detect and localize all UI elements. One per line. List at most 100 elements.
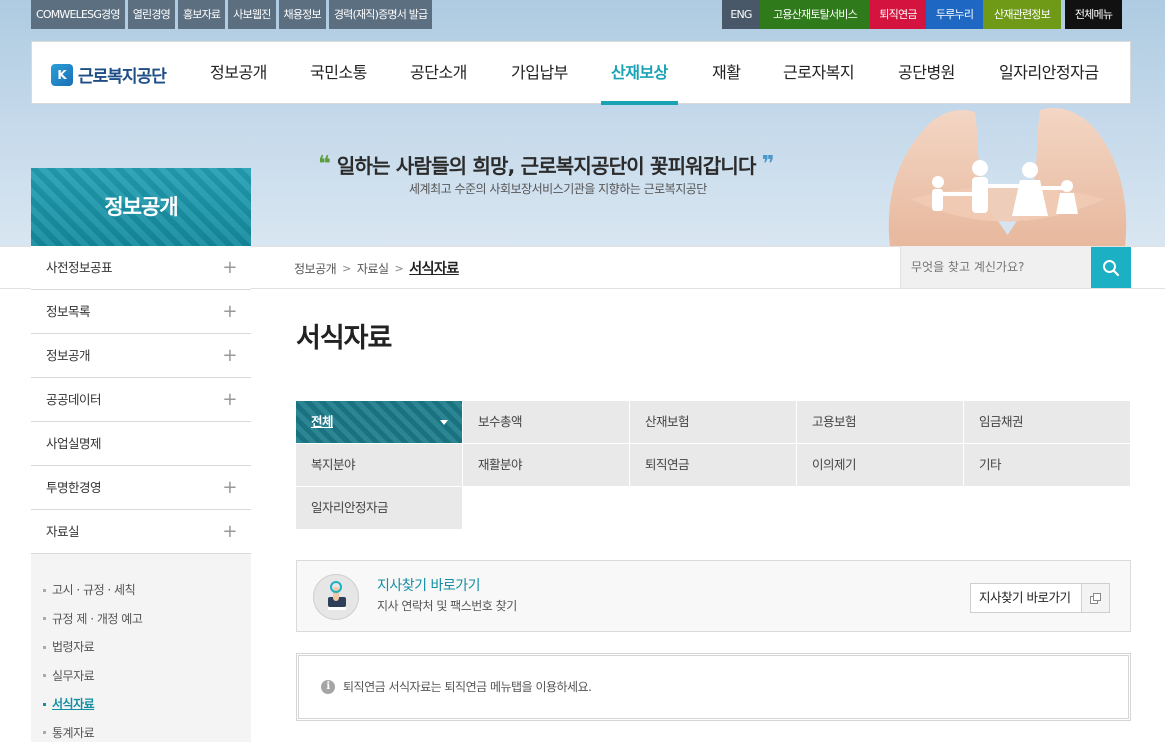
utility-link-recruit[interactable]: 채용정보 [278,0,326,29]
sidebar-item-label: 사전정보공표 [46,260,113,275]
quote-close-icon: ❞ [761,152,775,177]
tab-category-wage-claims[interactable]: 임금채권 [964,401,1130,443]
sidebar-item-label: 정보공개 [46,348,91,363]
branch-finder-title: 지사찾기 바로가기 [377,578,481,594]
utility-link-durunuri[interactable]: 두루누리 [926,0,983,29]
bullet-icon [43,674,46,678]
sidebar-item-label: 정보목록 [46,304,91,319]
utility-links-right: ENG 고용산재토탈서비스 퇴직연금 두루누리 산재관련정보 전체메뉴 [722,0,1122,29]
nav-item-rehab[interactable]: 재활 [712,42,741,104]
sidebar-subitem-label: 고시 · 규정 · 세칙 [52,583,136,597]
sidebar-item-project-names[interactable]: 사업실명제 [31,422,251,466]
nav-item-subscription[interactable]: 가입납부 [511,42,568,104]
search-input[interactable] [901,246,1091,288]
page-title: 서식자료 [296,323,392,354]
notice-content: i 퇴직연금 서식자료는 퇴직연금 메뉴탭을 이용하세요. [321,678,592,695]
bullet-icon [43,731,46,735]
sidebar-subitem-label: 실무자료 [52,668,95,683]
site-search [900,246,1091,288]
sidebar-item-archive[interactable]: 자료실 + [31,510,251,554]
sidebar-item-pre-disclosure[interactable]: 사전정보공표 + [31,246,251,290]
tab-category-employment-insurance[interactable]: 고용보험 [797,401,963,443]
sidebar-subitem-statistics[interactable]: 통계자료 [43,719,251,742]
breadcrumb: 정보공개 > 자료실 > 서식자료 [294,258,459,278]
utility-link-certificate[interactable]: 경력(재직)증명서 발급 [328,0,433,29]
hero-slogan-text: 일하는 사람들의 희망, 근로복지공단이 꽃피워갑니다 [336,154,756,178]
notice-text: 퇴직연금 서식자료는 퇴직연금 메뉴탭을 이용하세요. [343,680,592,694]
sidebar-item-info-list[interactable]: 정보목록 + [31,290,251,334]
nav-item-communication[interactable]: 국민소통 [310,42,367,104]
expand-plus-icon: + [222,389,237,410]
sidebar-subitem-label: 법령자료 [52,640,95,654]
sidebar-item-label: 자료실 [46,524,80,539]
expand-plus-icon: + [222,477,237,498]
utility-link-total-service[interactable]: 고용산재토탈서비스 [760,0,870,29]
nav-item-job-fund[interactable]: 일자리안정자금 [999,42,1099,104]
utility-link-pension[interactable]: 퇴직연금 [870,0,926,29]
nav-item-hospital[interactable]: 공단병원 [898,42,955,104]
sidebar-submenu-archive: 고시 · 규정 · 세칙 규정 제 · 개정 예고 법령자료 실무자료 서식자료… [31,554,251,742]
sidebar-subitem-label: 서식자료 [52,697,95,711]
sidebar-subitem-notices[interactable]: 고시 · 규정 · 세칙 [43,576,251,605]
sidebar-subitem-regulation-preview[interactable]: 규정 제 · 개정 예고 [43,605,251,634]
utility-link-sanjae-info[interactable]: 산재관련정보 [983,0,1061,29]
tab-category-job-fund[interactable]: 일자리안정자금 [296,487,462,529]
branch-finder-button-label: 지사찾기 바로가기 [979,590,1071,605]
utility-link-pr[interactable]: 홍보자료 [177,0,226,29]
caret-down-icon [440,420,448,425]
tab-label: 전체 [311,414,334,429]
sidebar-subitem-forms[interactable]: 서식자료 [43,690,251,719]
tab-category-welfare[interactable]: 복지분야 [296,444,462,486]
sidebar-item-info-disclosure[interactable]: 정보공개 + [31,334,251,378]
sidebar-item-label: 투명한경영 [46,480,102,495]
breadcrumb-separator-icon: > [394,261,404,275]
all-menu-button[interactable]: 전체메뉴 [1065,0,1122,29]
main-navigation: K 근로복지공단 정보공개 국민소통 공단소개 가입납부 산재보상 재활 근로자… [31,41,1131,105]
tab-category-all[interactable]: 전체 [296,401,462,443]
utility-link-open-management[interactable]: 열린경영 [127,0,175,29]
tab-category-pension[interactable]: 퇴직연금 [630,444,796,486]
site-logo[interactable]: K 근로복지공단 [51,62,167,87]
logo-text: 근로복지공단 [78,67,167,87]
sidebar-subitem-label: 규정 제 · 개정 예고 [52,611,143,626]
sidebar-item-public-data[interactable]: 공공데이터 + [31,378,251,422]
new-window-icon [1081,584,1109,612]
logo-mark-icon: K [51,63,73,86]
branch-finder-box: 지사찾기 바로가기 지사 연락처 및 팩스번호 찾기 지사찾기 바로가기 [296,560,1131,632]
expand-plus-icon: + [222,521,237,542]
hero-sub-slogan: 세계최고 수준의 사회보장서비스기관을 지향하는 근로복지공단 [409,182,707,196]
sidebar-item-label: 사업실명제 [46,436,102,451]
expand-plus-icon: + [222,345,237,366]
info-icon: i [321,679,335,694]
sidebar-item-label: 공공데이터 [46,392,102,407]
nav-item-about[interactable]: 공단소개 [410,42,467,104]
expand-plus-icon: + [222,257,237,278]
sidebar-item-transparent-management[interactable]: 투명한경영 + [31,466,251,510]
tab-category-rehab[interactable]: 재활분야 [463,444,629,486]
breadcrumb-item-archive[interactable]: 자료실 [357,260,389,277]
breadcrumb-item-info-disclosure[interactable]: 정보공개 [294,260,337,277]
tab-category-industrial-insurance[interactable]: 산재보험 [630,401,796,443]
nav-item-info-disclosure[interactable]: 정보공개 [210,42,267,104]
search-button[interactable] [1091,247,1131,288]
bullet-icon [43,645,46,649]
branch-finder-description: 지사 연락처 및 팩스번호 찾기 [377,599,517,613]
bullet-icon [43,588,46,592]
utility-link-webzine[interactable]: 사보웹진 [228,0,276,29]
sidebar-subitem-practical[interactable]: 실무자료 [43,662,251,691]
tab-category-total-wages[interactable]: 보수총액 [463,401,629,443]
nav-item-compensation[interactable]: 산재보상 [601,42,678,105]
sidebar-subitem-label: 통계자료 [52,725,95,740]
search-icon [1103,259,1120,276]
branch-finder-button[interactable]: 지사찾기 바로가기 [970,583,1110,613]
nav-item-welfare[interactable]: 근로자복지 [783,42,855,104]
utility-link-eng[interactable]: ENG [722,0,760,29]
tab-category-etc[interactable]: 기타 [964,444,1130,486]
tab-category-objection[interactable]: 이의제기 [797,444,963,486]
hero-slogan: ❝ 일하는 사람들의 희망, 근로복지공단이 꽃피워갑니다 ❞ [318,150,775,179]
breadcrumb-separator-icon: > [342,261,351,275]
sidebar-subitem-laws[interactable]: 법령자료 [43,633,251,662]
notice-box: i 퇴직연금 서식자료는 퇴직연금 메뉴탭을 이용하세요. [296,653,1131,721]
bullet-icon [43,702,46,706]
utility-link-esg[interactable]: COMWELESG경영 [31,0,125,29]
